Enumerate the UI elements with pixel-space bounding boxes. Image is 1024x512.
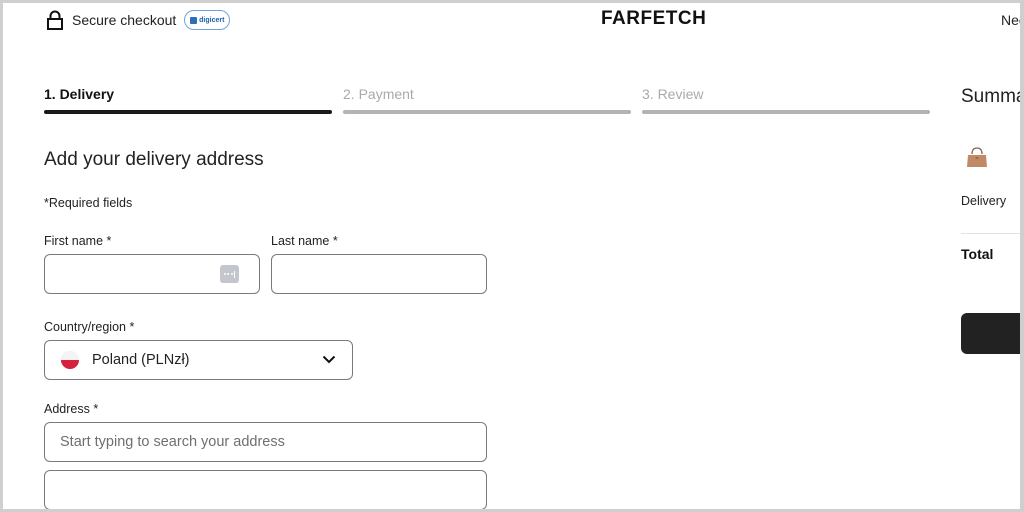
password-manager-icon[interactable] bbox=[220, 265, 239, 283]
address-label: Address * bbox=[44, 402, 99, 416]
checkout-steps: 1. Delivery 2. Payment 3. Review bbox=[44, 86, 930, 114]
last-name-label: Last name * bbox=[271, 234, 338, 248]
summary-title: Summary bbox=[961, 86, 1024, 107]
step-label: 2. Payment bbox=[343, 86, 414, 102]
address-search-input[interactable] bbox=[44, 422, 487, 462]
required-fields-note: *Required fields bbox=[44, 196, 133, 210]
secure-checkout: Secure checkout digicert bbox=[46, 10, 231, 30]
digicert-badge[interactable]: digicert bbox=[184, 10, 231, 30]
chevron-down-icon bbox=[322, 351, 336, 369]
step-label: 1. Delivery bbox=[44, 86, 115, 102]
step-label: 3. Review bbox=[642, 86, 704, 102]
last-name-input[interactable] bbox=[271, 254, 487, 294]
country-value: Poland (PLNzł) bbox=[92, 352, 190, 368]
summary-action-button[interactable] bbox=[961, 313, 1024, 354]
country-select[interactable]: Poland (PLNzł) bbox=[44, 340, 353, 380]
farfetch-logo[interactable]: FARFETCH bbox=[601, 8, 706, 30]
digicert-text: digicert bbox=[199, 16, 225, 24]
step-payment[interactable]: 2. Payment bbox=[343, 86, 631, 114]
help-link[interactable]: Nee bbox=[1001, 12, 1024, 28]
first-name-label: First name * bbox=[44, 234, 112, 248]
address-line2-input[interactable] bbox=[44, 470, 487, 510]
digicert-lock-icon bbox=[190, 16, 198, 24]
summary-total-label: Total bbox=[961, 246, 994, 262]
header: Secure checkout digicert FARFETCH Nee bbox=[0, 0, 1024, 40]
step-review[interactable]: 3. Review bbox=[642, 86, 930, 114]
page-title: Add your delivery address bbox=[44, 149, 264, 170]
poland-flag-icon bbox=[61, 351, 79, 369]
step-progress-bar bbox=[44, 110, 332, 114]
secure-checkout-label: Secure checkout bbox=[72, 12, 177, 28]
step-delivery[interactable]: 1. Delivery bbox=[44, 86, 332, 114]
step-progress-bar bbox=[343, 110, 631, 114]
step-progress-bar bbox=[642, 110, 930, 114]
summary-delivery-label: Delivery bbox=[961, 194, 1007, 208]
handbag-icon bbox=[965, 145, 989, 169]
country-label: Country/region * bbox=[44, 320, 135, 334]
summary-divider bbox=[961, 233, 1024, 234]
lock-icon bbox=[46, 10, 64, 30]
